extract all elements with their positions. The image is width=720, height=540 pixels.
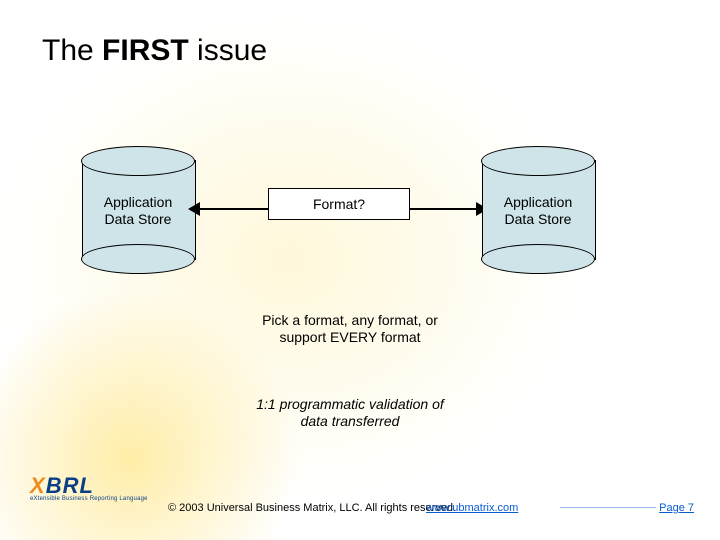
slide-title: The FIRST issue	[42, 34, 267, 68]
page-number[interactable]: Page 7	[659, 502, 694, 514]
logo-letter-b: B	[46, 473, 63, 498]
footer-link[interactable]: www.ubmatrix.com	[426, 502, 518, 514]
cylinder-right-top	[481, 146, 595, 176]
logo-letter-x: X	[30, 473, 46, 498]
copyright-text: © 2003 Universal Business Matrix, LLC. A…	[168, 502, 456, 514]
logo-letter-l: L	[79, 473, 93, 498]
cyl-right-l1: Application	[504, 194, 573, 210]
cylinder-left-bottom	[81, 244, 195, 274]
cylinder-right-label: Application Data Store	[482, 194, 594, 228]
title-part-2: issue	[189, 34, 267, 67]
cyl-right-l2: Data Store	[505, 211, 572, 227]
footer-rule	[560, 507, 656, 508]
cylinder-left-top	[81, 146, 195, 176]
xbrl-logo: XBRL eXtensible Business Reporting Langu…	[30, 473, 148, 502]
cyl-left-l2: Data Store	[105, 211, 172, 227]
format-box: Format?	[268, 188, 410, 220]
xbrl-subtitle: eXtensible Business Reporting Language	[30, 496, 148, 502]
cyl-left-l1: Application	[104, 194, 173, 210]
logo-letter-r: R	[63, 473, 80, 498]
caption-pick-format: Pick a format, any format, or support EV…	[250, 312, 450, 346]
cylinder-right-bottom	[481, 244, 595, 274]
cylinder-right: Application Data Store	[482, 160, 594, 260]
cylinder-left: Application Data Store	[82, 160, 194, 260]
cylinder-left-label: Application Data Store	[82, 194, 194, 228]
title-emph: FIRST	[102, 34, 189, 67]
caption-validation: 1:1 programmatic validation of data tran…	[250, 396, 450, 430]
title-part-1: The	[42, 34, 102, 67]
